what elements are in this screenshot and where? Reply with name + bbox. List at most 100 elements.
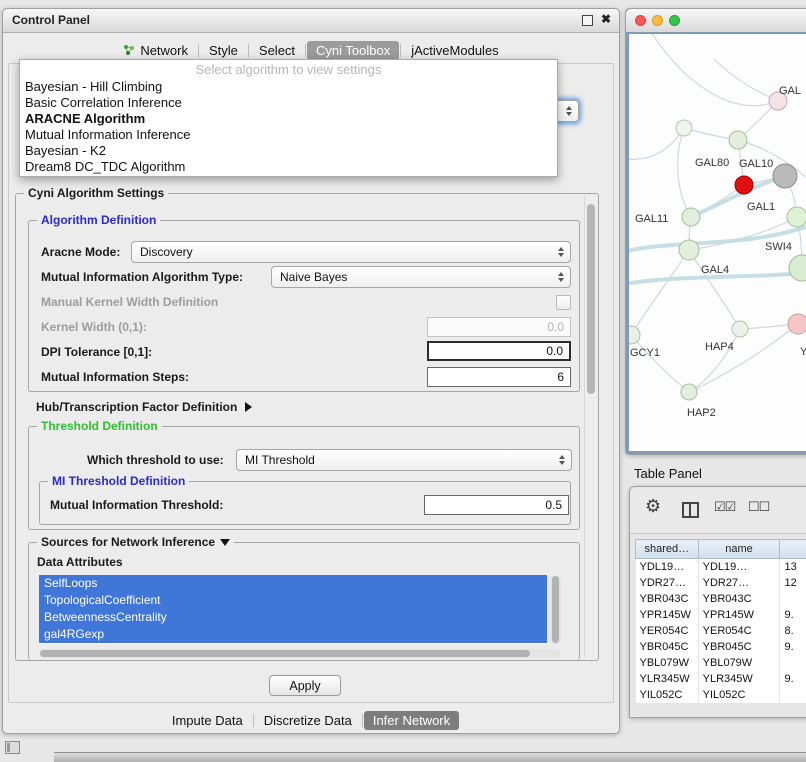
select-columns-icon[interactable]: ☑☑ — [714, 499, 735, 515]
close-traffic-light-icon[interactable] — [635, 15, 646, 26]
attribute-item-topologicalcoefficient[interactable]: TopologicalCoefficient — [39, 592, 547, 609]
tab-impute-data[interactable]: Impute Data — [163, 711, 252, 730]
mi-type-select[interactable]: Naive Bayes — [271, 266, 571, 288]
attribute-item-gal4rgexp[interactable]: gal4RGexp — [39, 626, 547, 643]
zoom-traffic-light-icon[interactable] — [669, 15, 680, 26]
network-node[interactable] — [787, 207, 806, 227]
network-node[interactable] — [681, 384, 697, 400]
sources-expander[interactable]: Sources for Network Inference — [37, 535, 234, 549]
algorithm-option-bayesian-hill-climbing[interactable]: Bayesian - Hill Climbing — [20, 79, 557, 95]
scrollbar-thumb[interactable] — [40, 650, 530, 657]
network-node[interactable] — [682, 208, 700, 226]
column-header-shared[interactable]: shared… — [636, 540, 699, 559]
network-node[interactable] — [729, 131, 747, 149]
table-row[interactable]: YBR045CYBR045C9. — [636, 639, 806, 655]
network-node[interactable] — [789, 255, 806, 281]
table-row[interactable]: YER054CYER054C8. — [636, 623, 806, 639]
table-cell: 12 — [780, 575, 806, 591]
algorithm-option-dream8-dc-tdc-algorithm[interactable]: Dream8 DC_TDC Algorithm — [20, 159, 557, 175]
tab-infer-network[interactable]: Infer Network — [364, 711, 459, 730]
tab-style[interactable]: Style — [200, 41, 247, 60]
table-row[interactable]: YDL19…YDL19…13 — [636, 559, 806, 576]
control-panel-titlebar[interactable]: Control Panel ✖ — [3, 9, 619, 33]
close-window-icon[interactable]: ✖ — [601, 12, 611, 26]
tab-label: Infer Network — [373, 713, 450, 728]
table-row[interactable]: YBR043CYBR043C — [636, 591, 806, 607]
window-title: Control Panel — [12, 13, 90, 27]
network-canvas[interactable]: GALGAL80GAL10GAL11GAL1SWI4GAL4GCY1HAP4HA… — [629, 34, 806, 451]
network-node[interactable] — [629, 326, 640, 344]
control-panel-window: Control Panel ✖ NetworkStyleSelectCyni T… — [2, 8, 620, 734]
algorithm-option-aracne-algorithm[interactable]: ARACNE Algorithm — [20, 111, 557, 127]
table-row[interactable]: YDR27…YDR27…12 — [636, 575, 806, 591]
which-threshold-select[interactable]: MI Threshold — [236, 449, 572, 471]
minimize-traffic-light-icon[interactable] — [652, 15, 663, 26]
mi-threshold-label: Mutual Information Threshold: — [50, 494, 223, 516]
deselect-columns-icon[interactable]: ☐☐ — [748, 499, 769, 515]
network-node[interactable] — [676, 120, 692, 136]
network-view-window: GALGAL80GAL10GAL11GAL1SWI4GAL4GCY1HAP4HA… — [625, 8, 806, 455]
network-canvas-frame: GALGAL80GAL10GAL11GAL1SWI4GAL4GCY1HAP4HA… — [626, 32, 806, 454]
mi-threshold-field[interactable] — [424, 495, 569, 515]
mi-steps-label: Mutual Information Steps: — [41, 366, 189, 388]
table-cell: YBR045C — [636, 639, 699, 655]
attribute-list-vscrollbar[interactable] — [550, 575, 561, 644]
gear-icon[interactable]: ⚙ — [645, 496, 661, 517]
tab-discretize-data[interactable]: Discretize Data — [255, 711, 361, 730]
algorithm-option-bayesian-k2[interactable]: Bayesian - K2 — [20, 143, 557, 159]
scrollbar-thumb[interactable] — [587, 204, 595, 394]
table-row[interactable]: YLR345WYLR345W9. — [636, 671, 806, 687]
desktop: Control Panel ✖ NetworkStyleSelectCyni T… — [0, 0, 806, 762]
aracne-mode-value: Discovery — [132, 242, 570, 262]
network-window-titlebar[interactable] — [626, 9, 806, 33]
expand-arrow-icon — [245, 402, 252, 412]
panel-toggle-icon[interactable] — [5, 741, 20, 754]
kernel-width-field[interactable] — [427, 317, 571, 337]
manual-kernel-label: Manual Kernel Width Definition — [41, 291, 218, 313]
attribute-item-betweennesscentrality[interactable]: BetweennessCentrality — [39, 609, 547, 626]
algorithm-option-basic-correlation-inference[interactable]: Basic Correlation Inference — [20, 95, 557, 111]
hub-definition-expander[interactable]: Hub/Transcription Factor Definition — [36, 400, 252, 414]
aracne-mode-select[interactable]: Discovery — [131, 241, 571, 263]
tab-network[interactable]: Network — [114, 41, 197, 60]
tab-select[interactable]: Select — [250, 41, 304, 60]
tab-jactivemodules[interactable]: jActiveModules — [402, 41, 507, 60]
algorithm-definition-group: Algorithm Definition Aracne Mode: Discov… — [28, 220, 580, 392]
dpi-tolerance-field[interactable] — [427, 341, 571, 361]
network-node[interactable] — [732, 321, 748, 337]
table-cell: YLR345W — [636, 671, 699, 687]
settings-vscrollbar[interactable] — [584, 196, 597, 658]
table-panel-title: Table Panel — [634, 466, 702, 481]
apply-button[interactable]: Apply — [269, 675, 341, 696]
bottom-panel-edge[interactable] — [54, 752, 806, 762]
mi-steps-field[interactable] — [427, 367, 571, 387]
table-row[interactable]: YPR145WYPR145W9. — [636, 607, 806, 623]
float-window-icon[interactable] — [582, 15, 593, 26]
scrollbar-thumb[interactable] — [552, 576, 559, 643]
tab-cyni-toolbox[interactable]: Cyni Toolbox — [307, 41, 399, 60]
threshold-definition-group: Threshold Definition Which threshold to … — [28, 426, 580, 530]
table-cell: YBR043C — [698, 591, 780, 607]
network-node[interactable] — [788, 314, 806, 334]
tab-separator — [198, 44, 199, 57]
attribute-list-hscrollbar[interactable] — [39, 649, 561, 658]
attribute-item-selfloops[interactable]: SelfLoops — [39, 575, 547, 592]
columns-icon[interactable] — [682, 502, 699, 518]
table-row[interactable]: YBL079WYBL079W — [636, 655, 806, 671]
table-cell: 8. — [780, 623, 806, 639]
tab-label: Discretize Data — [264, 713, 352, 728]
network-node[interactable] — [679, 240, 699, 260]
table-header-row: shared…name — [636, 540, 806, 559]
dropdown-placeholder: Select algorithm to view settings — [20, 60, 557, 79]
column-header-name[interactable]: name — [698, 540, 780, 559]
table-toolbar: ⚙ ☑☑ ☐☐ — [630, 487, 806, 534]
table-cell: YPR145W — [636, 607, 699, 623]
network-node[interactable] — [773, 164, 797, 188]
network-node[interactable] — [735, 176, 753, 194]
algorithm-option-mutual-information-inference[interactable]: Mutual Information Inference — [20, 127, 557, 143]
table-row[interactable]: YIL052CYIL052C — [636, 687, 806, 703]
table-cell: 9. — [780, 671, 806, 687]
manual-kernel-checkbox[interactable] — [556, 295, 571, 310]
column-header-blank[interactable] — [780, 540, 806, 559]
node-label-hap4: HAP4 — [705, 341, 734, 353]
